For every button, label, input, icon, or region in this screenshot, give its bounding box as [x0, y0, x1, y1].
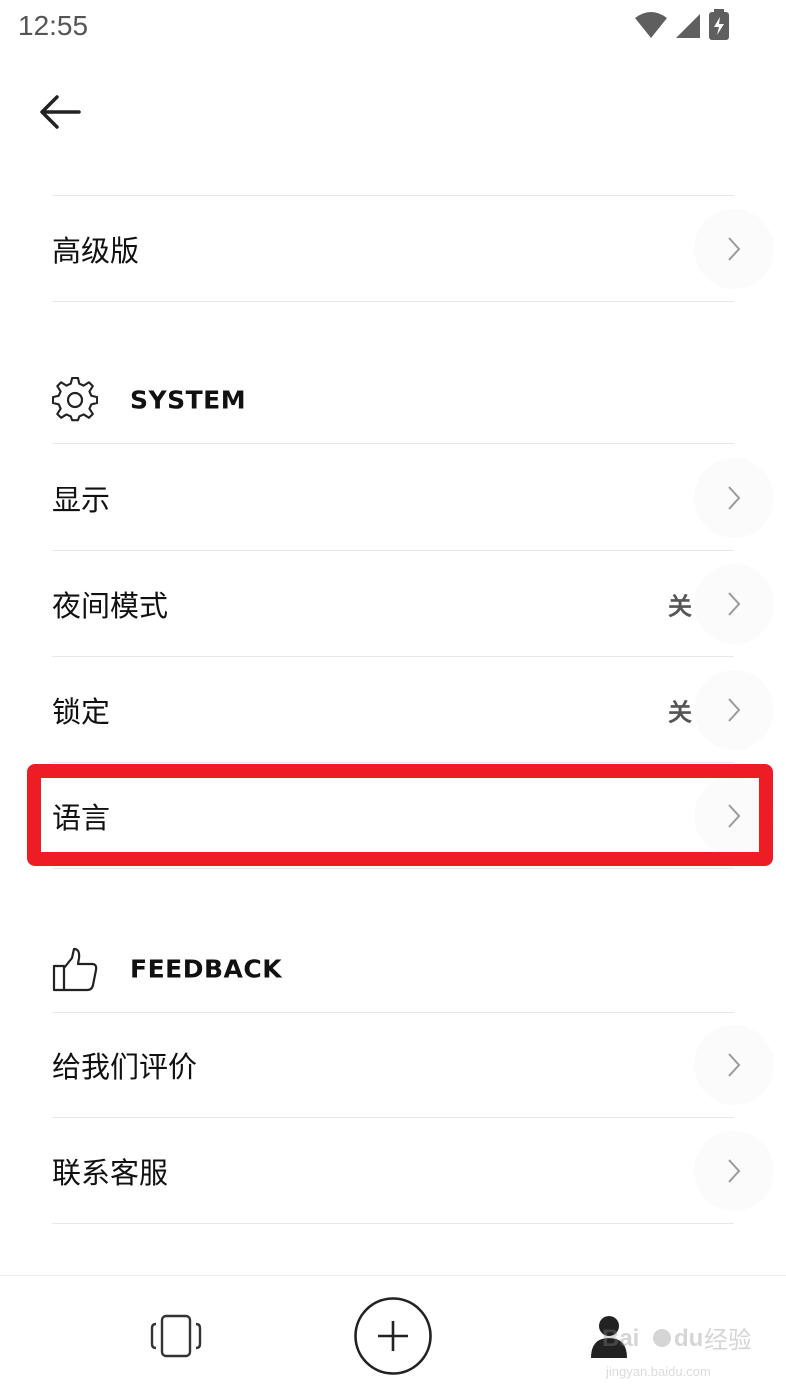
- battery-charging-icon: [708, 9, 730, 45]
- status-icons: [634, 9, 730, 45]
- settings-row-night-mode[interactable]: 夜间模式 关: [52, 551, 774, 657]
- back-button[interactable]: [30, 84, 90, 144]
- arrow-left-icon: [39, 94, 81, 134]
- add-circle-icon: [353, 1296, 433, 1380]
- settings-row-lock[interactable]: 锁定 关: [52, 657, 774, 763]
- nav-add-button[interactable]: [352, 1276, 434, 1398]
- device-frame-icon: [149, 1314, 203, 1362]
- svg-text:du: du: [674, 1325, 703, 1352]
- chevron-right-icon: [694, 457, 774, 538]
- settings-row-premium[interactable]: 高级版: [52, 196, 774, 302]
- section-header-feedback: FEEDBACK: [52, 925, 734, 1013]
- bottom-navigation: Bai du 经验 jingyan.baidu.com: [0, 1275, 786, 1398]
- cellular-signal-icon: [674, 11, 702, 43]
- section-title: SYSTEM: [130, 385, 247, 414]
- gear-icon: [51, 376, 99, 423]
- row-value: 关: [668, 698, 692, 726]
- highlight-box: [27, 764, 773, 866]
- row-value: 关: [668, 592, 692, 620]
- row-label: 锁定: [52, 694, 111, 729]
- chevron-right-icon: [694, 563, 774, 644]
- status-time: 12:55: [18, 10, 89, 41]
- row-label: 夜间模式: [52, 588, 169, 623]
- settings-row-rate-us[interactable]: 给我们评价: [52, 1012, 774, 1118]
- row-label: 高级版: [52, 233, 140, 268]
- section-header-system: SYSTEM: [51, 356, 734, 444]
- status-bar: 12:55: [0, 0, 786, 56]
- watermark: Bai du 经验 jingyan.baidu.com: [600, 1316, 752, 1386]
- settings-row-display[interactable]: 显示: [52, 445, 774, 551]
- chevron-right-icon: [694, 1130, 774, 1211]
- watermark-text: jingyan.baidu.com: [606, 1364, 711, 1379]
- section-title: FEEDBACK: [130, 954, 283, 983]
- settings-row-contact-support[interactable]: 联系客服: [52, 1118, 774, 1224]
- row-label: 给我们评价: [52, 1049, 198, 1084]
- svg-text:Bai: Bai: [602, 1325, 639, 1352]
- settings-list[interactable]: 高级版 SYSTEM 显示 夜间模式 关 锁定 关 语言 FEEDBACK 给我…: [0, 150, 786, 1275]
- thumbs-up-icon: [52, 946, 98, 992]
- row-label: 联系客服: [52, 1155, 169, 1190]
- svg-text:经验: 经验: [704, 1326, 750, 1354]
- chevron-right-icon: [694, 1024, 774, 1105]
- wifi-icon: [634, 11, 668, 43]
- nav-device-button[interactable]: [130, 1276, 222, 1398]
- partially-hidden-row: [52, 150, 734, 196]
- chevron-right-icon: [694, 208, 774, 289]
- row-label: 显示: [52, 482, 111, 517]
- chevron-right-icon: [694, 669, 774, 750]
